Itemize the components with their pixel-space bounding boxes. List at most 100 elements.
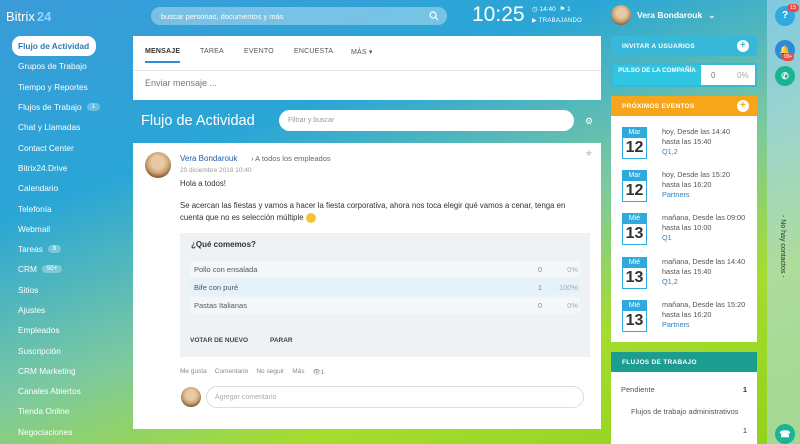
user-menu[interactable]: Vera Bondarouk ⌄ (611, 5, 715, 25)
sidebar-item-canales[interactable]: Canales Abiertos (12, 381, 128, 401)
workflow-item[interactable]: Flujos de trabajo administrativos (631, 407, 739, 416)
workflow-count: 1 (742, 426, 747, 435)
chevron-down-icon: ⌄ (708, 9, 716, 20)
workflows-panel: FLUJOS DE TRABAJO Pendiente 1 Flujos de … (611, 352, 757, 444)
plus-icon[interactable]: + (737, 40, 749, 52)
filter-search-input[interactable]: Filtrar y buscar (279, 110, 574, 131)
comment-input[interactable]: Agregar comentario (206, 386, 584, 408)
vote-again-button[interactable]: VOTAR DE NUEVO (190, 337, 248, 344)
post-date[interactable]: 20 diciembre 2018 10:40 (180, 167, 252, 174)
calendar-icon: Mié 13 (622, 213, 647, 245)
avatar (611, 5, 631, 25)
post-author[interactable]: Vera Bondarouk (180, 154, 237, 163)
poll: ¿Qué comemos? Pollo con ensalada 0 0% Bife… (180, 233, 590, 357)
like-button[interactable]: Me gusta (180, 368, 207, 376)
poll-option[interactable]: Pastas Italianas 0 0% (190, 297, 580, 313)
event-item[interactable]: Mié 13 mañana, Desde las 14:40 hasta las 15… (611, 253, 757, 295)
clock[interactable]: 10:25 (472, 3, 525, 27)
global-search-input[interactable]: buscar personas, documentos y más (151, 7, 447, 25)
sidebar-item-negociaciones[interactable]: Negociaciones (12, 422, 128, 442)
sidebar-item-tareas[interactable]: Tareas 8 (12, 239, 128, 259)
counter-badge: 50+ (41, 265, 63, 274)
sidebar-item-flujos-trabajo[interactable]: Flujos de Trabajo 1 (12, 97, 128, 117)
feed-post: Vera Bondarouk › A todos los empleados 2… (133, 143, 601, 429)
post-audience: › A todos los empleados (251, 154, 331, 163)
sidebar-item-tiempo[interactable]: Tiempo y Reportes (12, 77, 128, 97)
gear-icon[interactable]: ⚙ (585, 116, 593, 127)
chat-icon[interactable]: ✆ (775, 66, 795, 86)
search-icon (429, 11, 439, 21)
sidebar-item-suscripcion[interactable]: Suscripción (12, 340, 128, 360)
brand-cloud: 24 (36, 9, 52, 24)
event-item[interactable]: Mié 13 mañana, Desde las 15:20 hasta las 16… (611, 296, 757, 338)
sidebar-item-contact-center[interactable]: Contact Center (12, 137, 128, 157)
sidebar-item-crm[interactable]: CRM 50+ (12, 259, 128, 279)
calendar-icon: Mié 13 (622, 300, 647, 332)
sidebar-item-tienda[interactable]: Tienda Online (12, 401, 128, 421)
event-item[interactable]: Mié 13 mañana, Desde las 09:00 hasta las 10… (611, 209, 757, 251)
calendar-icon: Mié 13 (622, 257, 647, 289)
pulse-percent: 0% (737, 71, 749, 80)
post-greeting: Hola a todos! (180, 179, 226, 188)
avatar[interactable] (145, 152, 171, 178)
workflows-header: FLUJOS DE TRABAJO (611, 352, 757, 372)
avatar (181, 387, 201, 407)
pulse-value: 0 (711, 71, 716, 80)
tab-tarea[interactable]: TAREA (200, 48, 224, 55)
bitrix-logo[interactable]: Bitrix 24 (6, 9, 51, 24)
smile-icon (305, 212, 316, 223)
sidebar-item-empleados[interactable]: Empleados (12, 320, 128, 340)
more-button[interactable]: Más (292, 368, 304, 376)
tab-mensaje[interactable]: MENSAJE (145, 48, 181, 63)
sidebar-item-crm-marketing[interactable]: CRM Marketing (12, 361, 128, 381)
company-pulse[interactable]: PULSO DE LA COMPAÑÍA 0 0% (611, 63, 757, 87)
event-item[interactable]: Mar 12 hoy, Desde las 14:40 hasta las 15:40… (611, 123, 757, 165)
poll-option[interactable]: Pollo con ensalada 0 0% (190, 261, 580, 277)
sidebar-item-calendario[interactable]: Calendario (12, 178, 128, 198)
comment-button[interactable]: Comentario (215, 368, 249, 376)
sidebar-item-flujo-actividad[interactable]: Flujo de Actividad (12, 36, 96, 57)
notification-badge: 15 (787, 4, 800, 12)
work-status[interactable]: ▶ TRABAJANDO (532, 17, 582, 24)
phone-icon[interactable]: ☎ (775, 424, 795, 444)
sidebar-item-webmail[interactable]: Webmail (12, 219, 128, 239)
tab-encuesta[interactable]: ENCUESTA (294, 48, 333, 55)
sidebar: Flujo de Actividad Grupos de Trabajo Tie… (12, 36, 128, 442)
poll-option[interactable]: Bife con puré 1 100% (190, 279, 580, 295)
tab-evento[interactable]: EVENTO (244, 48, 274, 55)
star-icon[interactable]: ★ (585, 148, 593, 159)
sidebar-item-drive[interactable]: Bitrix24.Drive (12, 158, 128, 178)
unfollow-button[interactable]: No seguir (256, 368, 284, 376)
pulse-label: PULSO DE LA COMPAÑÍA (613, 65, 701, 85)
page-title: Flujo de Actividad (141, 113, 255, 129)
poll-question: ¿Qué comemos? (191, 240, 256, 249)
clock-small[interactable]: ◷ 14:40 ⚑ 1 (532, 5, 571, 13)
sidebar-item-telefonia[interactable]: Telefonía (12, 198, 128, 218)
no-contacts-label: - No hay contactos - (779, 215, 786, 278)
post-body: Se acercan las fiestas y vamos a hacer l… (180, 201, 566, 223)
plus-icon[interactable]: + (737, 100, 749, 112)
brand-name: Bitrix (6, 9, 35, 24)
events-header: PRÓXIMOS EVENTOS + (611, 96, 757, 116)
notification-badge: 99+ (782, 53, 795, 61)
invite-users-panel[interactable]: INVITAR A USUARIOS + (611, 36, 757, 56)
event-item[interactable]: Mar 12 hoy, Desde las 15:20 hasta las 16:20… (611, 166, 757, 208)
pending-label[interactable]: Pendiente (621, 385, 655, 394)
tab-mas[interactable]: MÁS ▾ (351, 48, 373, 56)
message-input[interactable]: Enviar mensaje ... (145, 78, 217, 88)
stop-poll-button[interactable]: PARAR (270, 337, 293, 344)
upcoming-events-panel: PRÓXIMOS EVENTOS + Mar 12 hoy, Desde las 1… (611, 96, 757, 342)
post-actions: Me gusta Comentario No seguir Más 👁1 (180, 368, 324, 376)
counter-badge: 1 (86, 103, 100, 112)
sidebar-item-sitios[interactable]: Sitios (12, 280, 128, 300)
divider (133, 70, 601, 71)
sidebar-item-ajustes[interactable]: Ajustes (12, 300, 128, 320)
composer: MENSAJE TAREA EVENTO ENCUESTA MÁS ▾ Envi… (133, 36, 601, 100)
counter-badge: 8 (47, 245, 62, 254)
sidebar-item-grupos[interactable]: Grupos de Trabajo (12, 56, 128, 76)
calendar-icon: Mar 12 (622, 170, 647, 202)
pending-count: 1 (742, 385, 747, 394)
views-counter: 👁1 (312, 369, 325, 376)
eye-icon: 👁 (312, 369, 321, 376)
sidebar-item-chat[interactable]: Chat y Llamadas (12, 117, 128, 137)
